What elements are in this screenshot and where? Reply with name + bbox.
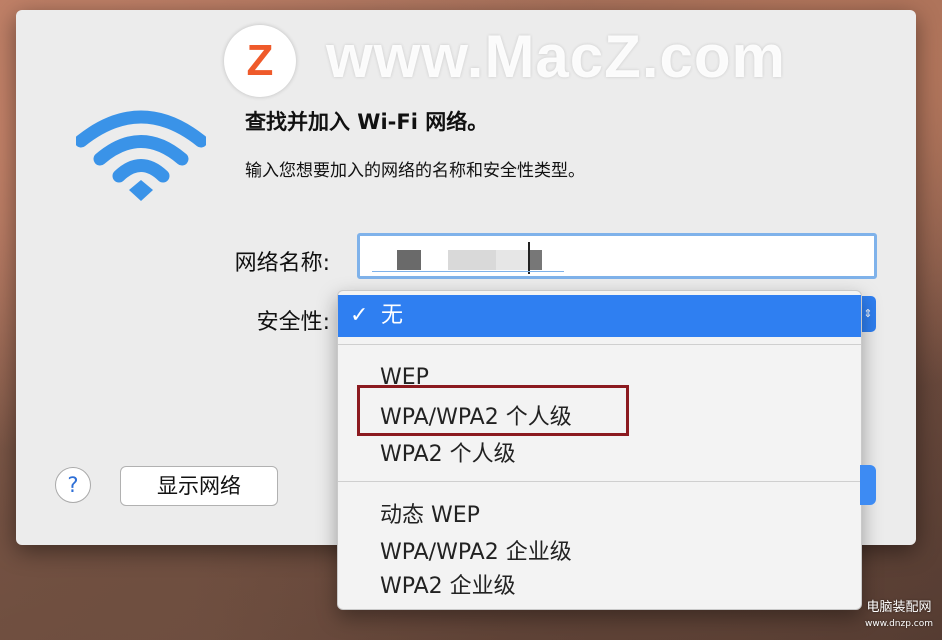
corner-watermark-title: 电脑装配网 <box>866 600 932 615</box>
watermark-text: www.MacZ.com <box>326 23 786 90</box>
corner-watermark: 电脑装配网 www.dnzp.com <box>858 600 940 632</box>
help-button[interactable]: ? <box>55 467 91 503</box>
corner-watermark-url: www.dnzp.com <box>864 619 934 629</box>
menu-item-wpa2-enterprise[interactable]: WPA2 企业级 <box>380 568 516 600</box>
menu-item-label: 无 <box>381 303 404 328</box>
obscured-text-block <box>448 250 496 270</box>
join-button-edge[interactable] <box>860 465 876 505</box>
obscured-text-block <box>496 250 528 270</box>
obscured-text-block <box>530 250 542 270</box>
show-networks-button[interactable]: 显示网络 <box>120 466 278 506</box>
dialog-subtitle: 输入您想要加入的网络的名称和安全性类型。 <box>245 161 585 181</box>
wifi-icon <box>76 110 206 201</box>
network-name-label: 网络名称: <box>234 251 330 276</box>
network-name-input[interactable] <box>357 233 877 279</box>
menu-item-wpa-wpa2-enterprise[interactable]: WPA/WPA2 企业级 <box>380 534 572 566</box>
annotation-highlight-box <box>357 385 629 436</box>
input-underline <box>372 271 564 272</box>
security-dropdown-menu[interactable]: ✓ 无 WEP WPA/WPA2 个人级 WPA2 个人级 动态 WEP WPA… <box>337 290 862 610</box>
checkmark-icon: ✓ <box>350 303 369 328</box>
security-stepper[interactable]: ⇕ <box>860 296 876 332</box>
menu-item-wpa2-personal[interactable]: WPA2 个人级 <box>380 436 516 468</box>
menu-separator <box>338 481 861 482</box>
text-cursor <box>528 242 530 274</box>
dialog-title: 查找并加入 Wi-Fi 网络。 <box>245 110 489 134</box>
security-label: 安全性: <box>256 310 330 335</box>
menu-item-dynamic-wep[interactable]: 动态 WEP <box>380 497 480 529</box>
obscured-text-block <box>397 250 421 270</box>
watermark-logo: Z <box>224 25 296 97</box>
menu-item-none-selected[interactable]: ✓ 无 <box>338 295 861 337</box>
menu-separator <box>338 344 861 345</box>
